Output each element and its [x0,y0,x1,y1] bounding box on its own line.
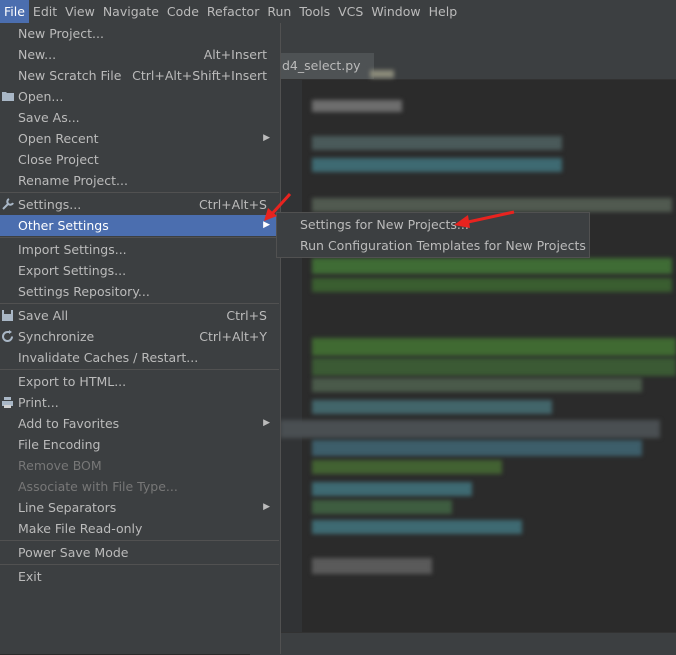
toolbar [250,23,676,51]
menu-item-settings-repository[interactable]: Settings Repository... [0,281,279,302]
menu-file[interactable]: File [0,0,29,23]
menu-item-save-as[interactable]: Save As... [0,107,279,128]
menu-item-label: Open Recent [18,131,99,146]
menu-item-label: Rename Project... [18,173,128,188]
menu-item-label: Export to HTML... [18,374,127,389]
menu-item-add-to-favorites[interactable]: Add to Favorites ▶ [0,413,279,434]
menu-item-open[interactable]: Open... [0,86,279,107]
floppy-icon [1,305,15,326]
menu-help[interactable]: Help [425,0,462,23]
menu-window[interactable]: Window [367,0,424,23]
menu-item-label: Settings... [18,197,82,212]
menu-item-label: Make File Read-only [18,521,143,536]
menu-separator [0,540,279,541]
annotation-arrow-icon [264,192,292,221]
menu-separator [0,237,279,238]
menu-item-invalidate-caches[interactable]: Invalidate Caches / Restart... [0,347,279,368]
menu-item-label: Save As... [18,110,80,125]
menu-item-shortcut: Ctrl+Alt+Shift+Insert [132,68,267,83]
menu-item-power-save-mode[interactable]: Power Save Mode [0,542,279,563]
menu-edit[interactable]: Edit [29,0,61,23]
menu-item-label: Add to Favorites [18,416,120,431]
menu-item-export-html[interactable]: Export to HTML... [0,371,279,392]
menu-item-export-settings[interactable]: Export Settings... [0,260,279,281]
menu-item-label: Associate with File Type... [18,479,178,494]
submenu-item-run-config-templates[interactable]: Run Configuration Templates for New Proj… [277,235,589,256]
menu-item-save-all[interactable]: Save All Ctrl+S [0,305,279,326]
menu-item-settings[interactable]: Settings... Ctrl+Alt+S [0,194,279,215]
menu-item-make-read-only[interactable]: Make File Read-only [0,518,279,539]
menu-item-synchronize[interactable]: Synchronize Ctrl+Alt+Y [0,326,279,347]
menu-separator [0,369,279,370]
editor-tab[interactable]: d4_select.py [278,53,374,79]
editor-tab-strip: d4_select.py [250,51,676,80]
submenu-arrow-icon: ▶ [263,502,270,512]
menu-item-label: Line Separators [18,500,117,515]
menu-item-label: Save All [18,308,69,323]
menu-item-label: Exit [18,569,42,584]
other-settings-submenu: Settings for New Projects... Run Configu… [276,212,590,258]
menu-item-remove-bom: Remove BOM [0,455,279,476]
menu-item-file-encoding[interactable]: File Encoding [0,434,279,455]
menu-item-label: New Project... [18,26,104,41]
menu-item-label: Print... [18,395,59,410]
menu-item-label: Export Settings... [18,263,127,278]
menu-item-import-settings[interactable]: Import Settings... [0,239,279,260]
status-bar [250,632,676,655]
menu-item-label: Import Settings... [18,242,127,257]
menu-item-label: Open... [18,89,64,104]
submenu-arrow-icon: ▶ [263,133,270,143]
submenu-item-label: Run Configuration Templates for New Proj… [300,238,586,253]
menu-item-label: Synchronize [18,329,95,344]
menu-item-close-project[interactable]: Close Project [0,149,279,170]
folder-icon [1,86,15,107]
submenu-item-settings-new-projects[interactable]: Settings for New Projects... [277,214,589,235]
menu-item-shortcut: Alt+Insert [203,47,267,62]
submenu-arrow-icon: ▶ [263,418,270,428]
submenu-item-label: Settings for New Projects... [300,217,469,232]
menu-code[interactable]: Code [163,0,203,23]
menu-item-print[interactable]: Print... [0,392,279,413]
menu-tools[interactable]: Tools [295,0,334,23]
menu-item-rename-project[interactable]: Rename Project... [0,170,279,191]
annotation-arrow-icon [454,210,515,228]
menu-item-shortcut: Ctrl+S [226,308,267,323]
menu-item-label: Other Settings [18,218,109,233]
menu-item-shortcut: Ctrl+Alt+S [198,197,267,212]
menu-item-label: New... [18,47,57,62]
menu-item-new[interactable]: New... Alt+Insert [0,44,279,65]
menu-item-label: File Encoding [18,437,101,452]
menu-separator [0,303,279,304]
menu-bar: File Edit View Navigate Code Refactor Ru… [0,0,676,24]
menu-item-label: Close Project [18,152,99,167]
menu-view[interactable]: View [61,0,99,23]
menu-separator [0,192,279,193]
menu-item-label: New Scratch File [18,68,122,83]
menu-navigate[interactable]: Navigate [99,0,163,23]
menu-run[interactable]: Run [263,0,295,23]
sync-icon [1,326,15,347]
menu-item-label: Invalidate Caches / Restart... [18,350,199,365]
menu-item-new-scratch-file[interactable]: New Scratch File Ctrl+Alt+Shift+Insert [0,65,279,86]
menu-vcs[interactable]: VCS [334,0,367,23]
menu-item-label: Remove BOM [18,458,102,473]
menu-item-line-separators[interactable]: Line Separators ▶ [0,497,279,518]
menu-item-associate-file-type: Associate with File Type... [0,476,279,497]
menu-separator [0,564,279,565]
wrench-icon [1,194,15,215]
menu-item-label: Power Save Mode [18,545,129,560]
menu-item-new-project[interactable]: New Project... [0,23,279,44]
printer-icon [1,392,15,413]
menu-item-open-recent[interactable]: Open Recent ▶ [0,128,279,149]
menu-item-label: Settings Repository... [18,284,150,299]
menu-item-exit[interactable]: Exit [0,566,279,587]
menu-item-shortcut: Ctrl+Alt+Y [199,329,267,344]
file-menu: New Project... New... Alt+Insert New Scr… [0,23,281,654]
menu-refactor[interactable]: Refactor [203,0,263,23]
menu-item-other-settings[interactable]: Other Settings ▶ [0,215,279,236]
